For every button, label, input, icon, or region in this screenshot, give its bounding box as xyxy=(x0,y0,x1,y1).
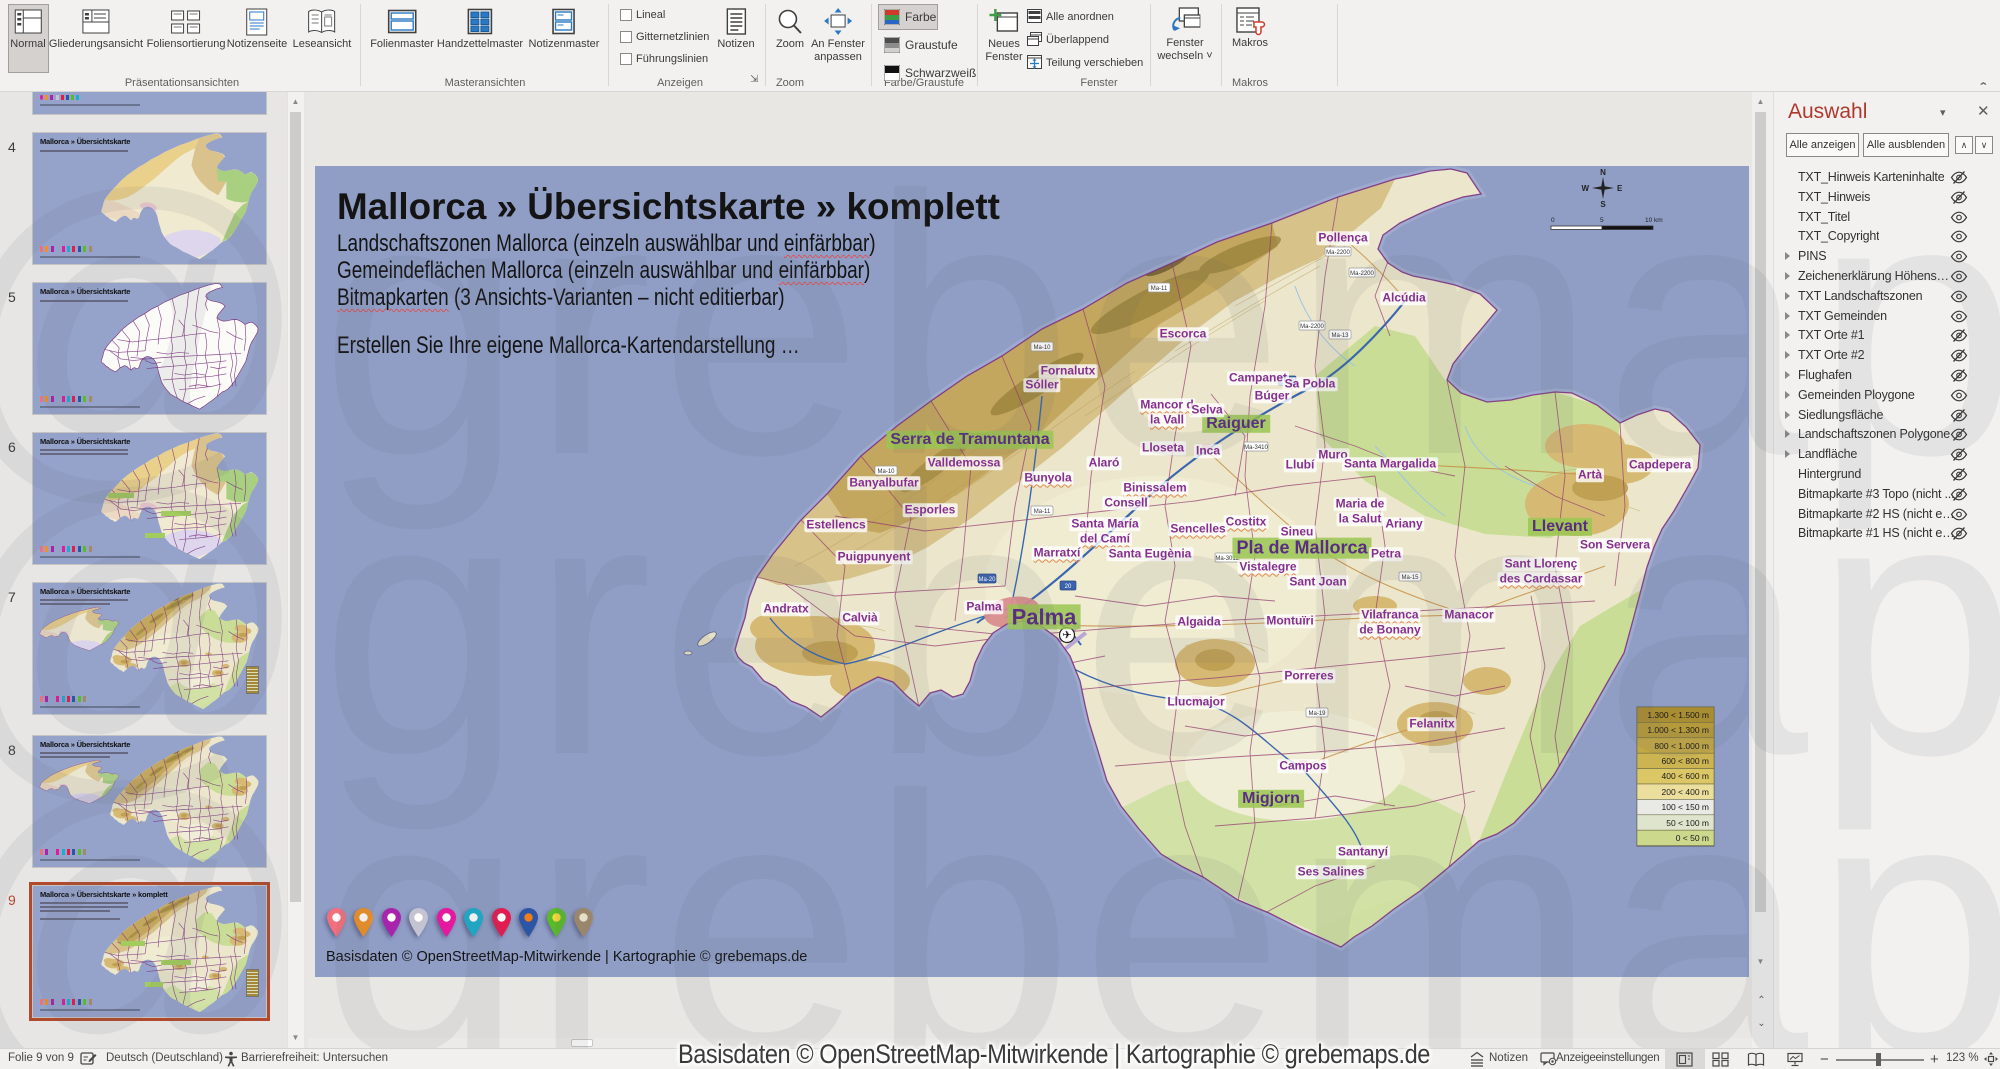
svg-text:1.300 < 1.500 m: 1.300 < 1.500 m xyxy=(1647,710,1709,720)
svg-text:1.000 < 1.300 m: 1.000 < 1.300 m xyxy=(1647,725,1709,735)
svg-text:0: 0 xyxy=(1551,217,1555,224)
svg-text:20: 20 xyxy=(1065,584,1072,590)
svg-text:5: 5 xyxy=(1600,217,1604,224)
svg-text:Ma-15: Ma-15 xyxy=(1401,575,1419,581)
svg-text:800 < 1.000 m: 800 < 1.000 m xyxy=(1654,741,1709,751)
svg-text:Ma-2200: Ma-2200 xyxy=(1350,271,1374,277)
svg-text:10 km: 10 km xyxy=(1645,217,1663,224)
svg-text:Ma-3410: Ma-3410 xyxy=(1244,445,1268,451)
svg-text:Ma-10: Ma-10 xyxy=(1033,345,1051,351)
svg-text:Ma-2200: Ma-2200 xyxy=(1326,250,1350,256)
svg-text:Ma-10: Ma-10 xyxy=(877,469,895,475)
svg-text:0 < 50 m: 0 < 50 m xyxy=(1676,833,1709,843)
svg-text:400 < 600 m: 400 < 600 m xyxy=(1662,771,1710,781)
svg-text:Ma-2200: Ma-2200 xyxy=(1300,324,1324,330)
svg-text:200 < 400 m: 200 < 400 m xyxy=(1662,787,1710,797)
svg-text:Ma-11: Ma-11 xyxy=(1151,286,1168,292)
svg-text:Ma-20: Ma-20 xyxy=(978,577,996,583)
svg-text:E: E xyxy=(1617,184,1623,193)
svg-text:50 < 100 m: 50 < 100 m xyxy=(1666,818,1709,828)
svg-text:W: W xyxy=(1581,184,1589,193)
svg-text:✈: ✈ xyxy=(1062,630,1071,642)
svg-text:Ma-19: Ma-19 xyxy=(1308,711,1326,717)
svg-text:Ma-11: Ma-11 xyxy=(1034,509,1051,515)
svg-text:S: S xyxy=(1600,200,1606,209)
svg-text:100 < 150 m: 100 < 150 m xyxy=(1662,802,1710,812)
svg-text:600 < 800 m: 600 < 800 m xyxy=(1662,756,1710,766)
svg-text:N: N xyxy=(1600,168,1606,177)
svg-text:Ma-13: Ma-13 xyxy=(1331,333,1349,339)
